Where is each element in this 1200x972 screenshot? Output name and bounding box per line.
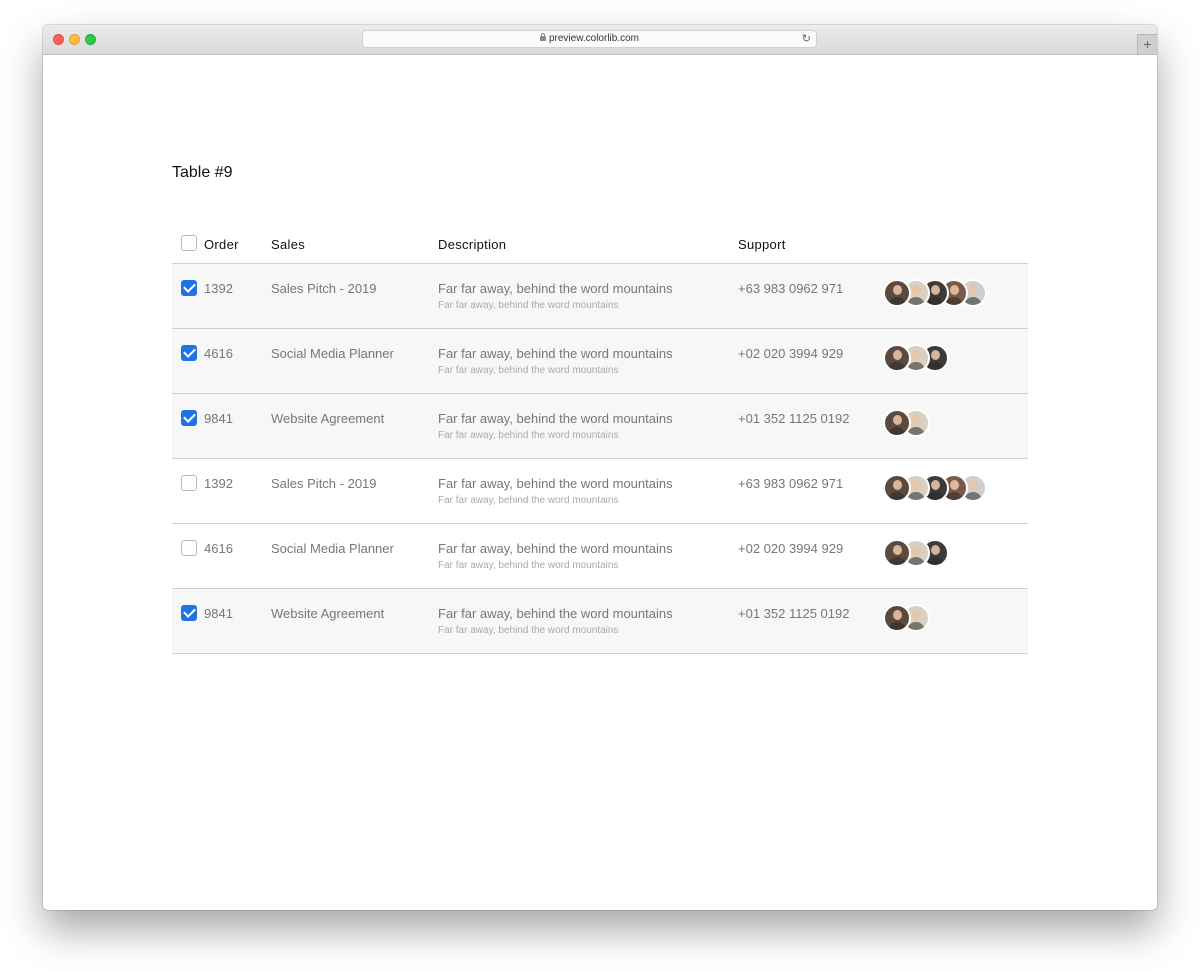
url-text: preview.colorlib.com — [548, 33, 640, 44]
description-sub: Far far away, behind the word mountains — [438, 495, 619, 506]
minimize-window-button[interactable] — [69, 34, 80, 45]
table-row: 4616 Social Media Planner Far far away, be… — [172, 329, 1028, 394]
table-header: Order Sales Description Support — [172, 223, 1028, 264]
check-icon — [183, 605, 196, 618]
sales-name: Social Media Planner — [271, 346, 394, 361]
header-order: Order — [204, 237, 239, 252]
support-phone: +01 352 1125 0192 — [738, 606, 850, 621]
header-description: Description — [438, 237, 507, 252]
row-checkbox[interactable] — [181, 540, 197, 556]
browser-titlebar: preview.colorlib.com ↻ + — [43, 25, 1157, 55]
avatar[interactable] — [883, 474, 911, 502]
table-row: 9841 Website Agreement Far far away, behin… — [172, 589, 1028, 654]
orders-table: Order Sales Description Support 1392 Sale… — [172, 223, 1028, 654]
order-number: 4616 — [204, 541, 233, 556]
header-support: Support — [738, 237, 786, 252]
support-phone: +63 983 0962 971 — [738, 281, 844, 296]
description-main: Far far away, behind the word mountains — [438, 346, 673, 361]
row-checkbox[interactable] — [181, 280, 197, 296]
row-checkbox[interactable] — [181, 410, 197, 426]
check-icon — [183, 280, 196, 293]
page-content: Table #9 Order Sales Description Support… — [43, 55, 1157, 910]
header-sales: Sales — [271, 237, 306, 252]
check-icon — [183, 410, 196, 423]
lock-icon — [539, 33, 546, 41]
sales-name: Website Agreement — [271, 606, 385, 621]
row-checkbox[interactable] — [181, 605, 197, 621]
avatar[interactable] — [883, 409, 911, 437]
maximize-window-button[interactable] — [85, 34, 96, 45]
description-sub: Far far away, behind the word mountains — [438, 430, 619, 441]
order-number: 9841 — [204, 606, 233, 621]
support-phone: +01 352 1125 0192 — [738, 411, 850, 426]
row-checkbox[interactable] — [181, 345, 197, 361]
order-number: 9841 — [204, 411, 233, 426]
sales-name: Sales Pitch - 2019 — [271, 281, 377, 296]
close-window-button[interactable] — [53, 34, 64, 45]
description-sub: Far far away, behind the word mountains — [438, 365, 619, 376]
order-number: 1392 — [204, 281, 233, 296]
support-phone: +02 020 3994 929 — [738, 541, 844, 556]
description-sub: Far far away, behind the word mountains — [438, 560, 619, 571]
description-main: Far far away, behind the word mountains — [438, 281, 673, 296]
check-icon — [183, 345, 196, 358]
description-main: Far far away, behind the word mountains — [438, 541, 673, 556]
support-phone: +02 020 3994 929 — [738, 346, 844, 361]
browser-window: preview.colorlib.com ↻ + Table #9 Order … — [43, 25, 1157, 910]
table-row: 4616 Social Media Planner Far far away, be… — [172, 524, 1028, 589]
sales-name: Sales Pitch - 2019 — [271, 476, 377, 491]
order-number: 4616 — [204, 346, 233, 361]
avatar[interactable] — [883, 539, 911, 567]
table-row: 1392 Sales Pitch - 2019 Far far away, behi… — [172, 459, 1028, 524]
support-phone: +63 983 0962 971 — [738, 476, 844, 491]
sales-name: Website Agreement — [271, 411, 385, 426]
order-number: 1392 — [204, 476, 233, 491]
address-bar[interactable]: preview.colorlib.com ↻ — [362, 30, 817, 48]
table-row: 1392 Sales Pitch - 2019 Far far away, behi… — [172, 264, 1028, 329]
table-body: 1392 Sales Pitch - 2019 Far far away, behi… — [172, 264, 1028, 654]
avatar[interactable] — [883, 344, 911, 372]
avatar[interactable] — [883, 279, 911, 307]
table-row: 9841 Website Agreement Far far away, behin… — [172, 394, 1028, 459]
page-title: Table #9 — [172, 164, 233, 181]
description-main: Far far away, behind the word mountains — [438, 476, 673, 491]
reload-icon[interactable]: ↻ — [802, 31, 811, 47]
sales-name: Social Media Planner — [271, 541, 394, 556]
description-sub: Far far away, behind the word mountains — [438, 625, 619, 636]
description-main: Far far away, behind the word mountains — [438, 606, 673, 621]
select-all-checkbox[interactable] — [181, 235, 197, 251]
new-tab-button[interactable]: + — [1137, 34, 1157, 54]
description-main: Far far away, behind the word mountains — [438, 411, 673, 426]
row-checkbox[interactable] — [181, 475, 197, 491]
description-sub: Far far away, behind the word mountains — [438, 300, 619, 311]
avatar[interactable] — [883, 604, 911, 632]
